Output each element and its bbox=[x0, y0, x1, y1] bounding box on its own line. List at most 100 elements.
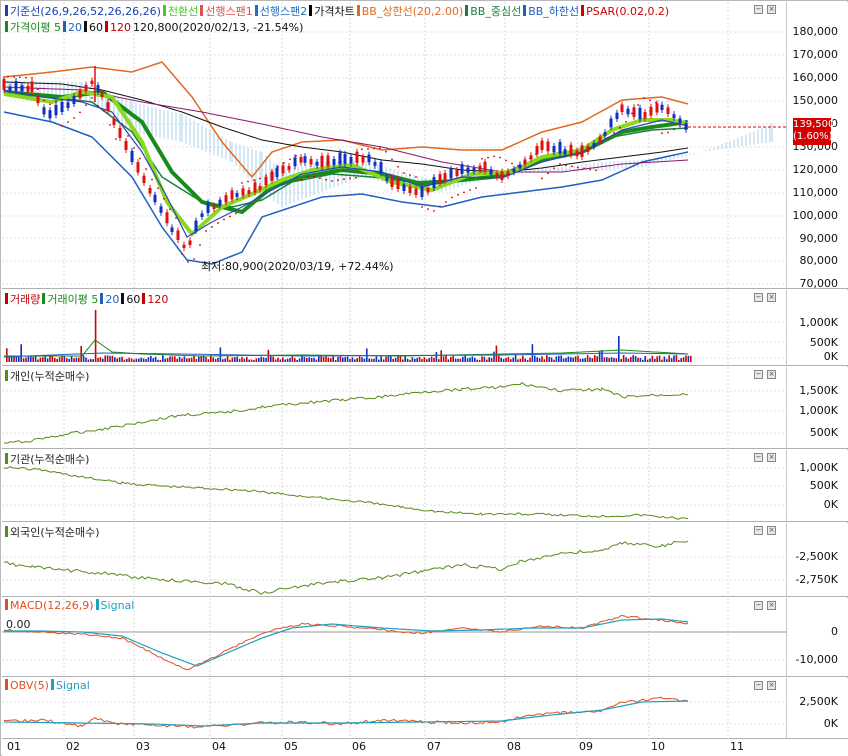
volume-bar bbox=[481, 356, 483, 362]
volume-bar bbox=[690, 355, 692, 362]
legend-item[interactable]: BB_중심선 bbox=[470, 5, 521, 18]
y-tick-label: 0K bbox=[823, 350, 838, 363]
legend-swatch bbox=[5, 5, 8, 16]
legend-item[interactable]: 선행스팬2 bbox=[260, 5, 307, 18]
legend-item[interactable]: BB_하한선 bbox=[528, 5, 579, 18]
volume-bar bbox=[442, 356, 445, 362]
psar-dot bbox=[103, 110, 105, 112]
institution-pane[interactable]: 기관(누적순매수) − × 1,000K 500K 0K bbox=[2, 450, 848, 522]
pane-minimize-button[interactable]: − bbox=[754, 293, 763, 302]
pane-minimize-button[interactable]: − bbox=[754, 453, 763, 462]
obv-pane[interactable]: OBV(5) Signal − × 2,500K 0K bbox=[2, 678, 848, 739]
price-legend: 기준선(26,9,26,52,26,26,26) 전환선 선행스팬1 선행스팬2 가격차… bbox=[5, 3, 671, 19]
x-tick-label: 06 bbox=[352, 740, 366, 753]
foreign-plot-area[interactable] bbox=[2, 523, 787, 597]
pane-minimize-button[interactable]: − bbox=[754, 681, 763, 690]
legend-item[interactable]: 선행스팬1 bbox=[205, 5, 252, 18]
legend-item[interactable]: MACD(12,26,9) bbox=[10, 599, 94, 612]
legend-item[interactable]: 전환선 bbox=[168, 5, 198, 18]
legend-item[interactable]: 120 bbox=[147, 293, 168, 306]
legend-item[interactable]: BB_상한선(20,2.00) bbox=[362, 5, 464, 18]
legend-swatch bbox=[254, 5, 258, 16]
psar-dot bbox=[451, 196, 453, 199]
institution-chart-svg[interactable] bbox=[2, 450, 787, 522]
volume-bar bbox=[447, 359, 450, 362]
legend-item[interactable]: 60 bbox=[126, 293, 140, 306]
pane-close-button[interactable]: × bbox=[767, 681, 776, 690]
volume-bar bbox=[6, 348, 8, 362]
x-tick-label: 03 bbox=[136, 740, 150, 753]
pane-close-button[interactable]: × bbox=[767, 293, 776, 302]
legend-item[interactable]: 120 bbox=[110, 21, 131, 34]
legend-item[interactable]: 20 bbox=[68, 21, 82, 34]
pane-close-button[interactable]: × bbox=[767, 370, 776, 379]
candle-body bbox=[241, 188, 245, 196]
legend-item[interactable]: Signal bbox=[56, 679, 90, 692]
volume-bar bbox=[498, 355, 500, 362]
volume-bar bbox=[296, 359, 298, 362]
obv-plot-area[interactable] bbox=[2, 678, 787, 739]
candle-body bbox=[275, 167, 279, 177]
candle-body bbox=[96, 85, 100, 92]
volume-bar bbox=[418, 356, 421, 362]
individual-chart-svg[interactable] bbox=[2, 367, 787, 449]
individual-pane[interactable]: 개인(누적순매수) − × 1,500K 1,000K 500K bbox=[2, 367, 848, 449]
pane-minimize-button[interactable]: − bbox=[754, 370, 763, 379]
volume-pane[interactable]: 거래량 거래이평 5 20 60 120 − × 1,000K 500K 0K bbox=[2, 290, 848, 366]
candle-body bbox=[338, 152, 342, 165]
volume-bar bbox=[25, 357, 27, 362]
pane-close-button[interactable]: × bbox=[767, 453, 776, 462]
price-legend-ma: 가격이평 5 20 60 120 120,800(2020/02/13, -21.54%… bbox=[5, 19, 305, 35]
pane-minimize-button[interactable]: − bbox=[754, 5, 763, 14]
pane-close-button[interactable]: × bbox=[767, 526, 776, 535]
psar-dot bbox=[403, 172, 405, 174]
legend-item[interactable]: 20 bbox=[105, 293, 119, 306]
legend-item[interactable]: 가격차트 bbox=[314, 5, 354, 18]
volume-bar bbox=[661, 359, 663, 362]
volume-bar bbox=[644, 356, 646, 362]
pane-close-button[interactable]: × bbox=[767, 5, 776, 14]
volume-bar bbox=[42, 357, 44, 362]
legend-item[interactable]: 기준선(26,9,26,52,26,26,26) bbox=[10, 5, 161, 18]
volume-bar bbox=[368, 358, 370, 362]
legend-item[interactable]: 60 bbox=[89, 21, 103, 34]
price-plot-area[interactable] bbox=[2, 2, 787, 289]
institution-plot-area[interactable] bbox=[2, 450, 787, 522]
legend-item[interactable]: 거래량 bbox=[10, 293, 40, 306]
candle-body bbox=[460, 164, 464, 174]
foreign-pane[interactable]: 외국인(누적순매수) − × -2,500K -2,750K bbox=[2, 523, 848, 597]
psar-dot bbox=[475, 187, 477, 189]
macd-y-axis: 0 -10,000 bbox=[788, 598, 848, 676]
pane-minimize-button[interactable]: − bbox=[754, 601, 763, 610]
pane-close-button[interactable]: × bbox=[767, 601, 776, 610]
volume-bar bbox=[632, 355, 634, 362]
volume-bar bbox=[142, 358, 145, 362]
obv-chart-svg[interactable] bbox=[2, 678, 787, 739]
individual-plot-area[interactable] bbox=[2, 367, 787, 449]
legend-item[interactable]: 거래이평 5 bbox=[47, 293, 98, 306]
candle-body bbox=[112, 118, 116, 125]
candle-body bbox=[540, 140, 544, 150]
volume-bar bbox=[238, 358, 241, 362]
candle-body bbox=[165, 212, 169, 224]
legend-item[interactable]: PSAR(0.02,0.2) bbox=[586, 5, 669, 18]
y-tick-label: 0 bbox=[831, 625, 838, 638]
legend-swatch bbox=[356, 5, 360, 16]
volume-bar bbox=[176, 358, 178, 362]
volume-bar bbox=[351, 357, 354, 362]
volume-bar bbox=[529, 357, 531, 362]
price-chart-pane[interactable]: 기준선(26,9,26,52,26,26,26) 전환선 선행스팬1 선행스팬2 가격차… bbox=[2, 2, 848, 290]
legend-item[interactable]: 가격이평 5 bbox=[10, 21, 61, 34]
legend-item[interactable]: Signal bbox=[101, 599, 135, 612]
psar-dot bbox=[499, 156, 501, 159]
pane-minimize-button[interactable]: − bbox=[754, 526, 763, 535]
legend-item[interactable]: OBV(5) bbox=[10, 679, 49, 692]
psar-dot bbox=[337, 179, 339, 182]
price-chart-svg[interactable] bbox=[2, 2, 787, 289]
candle-body bbox=[408, 186, 412, 193]
legend-swatch bbox=[121, 293, 125, 304]
macd-pane[interactable]: MACD(12,26,9) Signal 0.00 − × 0 -10,000 bbox=[2, 598, 848, 677]
x-tick-label: 05 bbox=[284, 740, 298, 753]
volume-bar bbox=[409, 359, 411, 362]
foreign-chart-svg[interactable] bbox=[2, 523, 787, 597]
